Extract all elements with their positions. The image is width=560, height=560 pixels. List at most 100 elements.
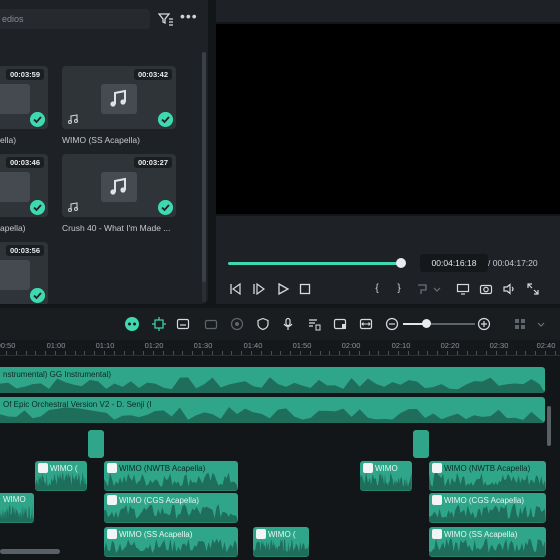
clip-label: WIMO (CGS Acapella) xyxy=(119,495,200,505)
music-note-icon xyxy=(101,172,137,202)
media-scrollbar-thumb[interactable] xyxy=(202,52,206,282)
ruler-tick xyxy=(427,351,429,355)
ruler-tick xyxy=(84,351,86,355)
ruler-tick xyxy=(162,351,164,355)
ruler-tick xyxy=(270,351,272,355)
media-tile[interactable]: 00:03:42 xyxy=(62,66,176,129)
chevron-down-icon[interactable] xyxy=(432,282,442,296)
audio-clip[interactable]: WIMO xyxy=(360,461,412,491)
filter-icon[interactable] xyxy=(158,11,174,27)
audio-clip[interactable]: WIMO (SS Acapella) xyxy=(104,527,238,557)
ruler-tick xyxy=(280,351,282,355)
media-tile[interactable]: 00:03:46 xyxy=(0,154,48,217)
audio-clip[interactable]: WIMO (SS Acapella) xyxy=(429,527,546,557)
ruler-tick xyxy=(358,351,360,355)
ruler-tick xyxy=(64,351,66,355)
record-icon[interactable] xyxy=(230,317,244,331)
grid-icon[interactable] xyxy=(513,317,527,331)
ruler-tick xyxy=(437,351,439,355)
ruler-tick xyxy=(113,351,115,355)
clip-title: WIMO ( xyxy=(38,463,78,473)
duration-badge: 00:03:42 xyxy=(133,69,172,80)
zoom-in-icon[interactable] xyxy=(477,317,491,331)
playback-scrubber[interactable] xyxy=(396,258,406,268)
audio-clip[interactable]: WIMO (NWTB Acapella) xyxy=(429,461,546,491)
ruler-tick xyxy=(241,351,243,355)
ruler-tick xyxy=(123,351,125,355)
next-frame-icon[interactable] xyxy=(252,282,266,296)
ruler-tick xyxy=(545,351,546,355)
volume-icon[interactable] xyxy=(502,282,516,296)
media-tile-label: Crush 40 - What I'm Made ... xyxy=(62,223,171,233)
chevron-down-icon[interactable] xyxy=(536,317,546,331)
audio-clip[interactable]: WIMO (NWTB Acapella) xyxy=(104,461,238,491)
audio-clip[interactable] xyxy=(413,430,429,458)
stop-icon[interactable] xyxy=(298,282,312,296)
ruler-tick xyxy=(15,351,17,355)
audio-clip[interactable]: WIMO ( xyxy=(253,527,309,557)
shield-icon[interactable] xyxy=(256,317,270,331)
ruler-tick xyxy=(104,351,105,355)
ruler-tick xyxy=(505,351,507,355)
audio-clip[interactable]: WIMO (CGS Acapella) xyxy=(429,493,546,523)
clip-title: WIMO xyxy=(363,463,398,473)
motion-track-icon[interactable] xyxy=(152,317,166,331)
ruler-tick xyxy=(339,351,341,355)
music-note-icon xyxy=(432,463,442,473)
fit-icon[interactable] xyxy=(359,317,373,331)
camera-icon[interactable] xyxy=(204,317,218,331)
ruler-tick xyxy=(329,351,331,355)
snapshot-icon[interactable] xyxy=(479,282,493,296)
ruler-tick xyxy=(221,351,223,355)
media-tile[interactable]: 00:03:27 xyxy=(62,154,176,217)
clip-label: WIMO ( xyxy=(50,463,78,473)
timeline-horizontal-scrollbar[interactable] xyxy=(0,549,60,554)
check-icon xyxy=(30,112,45,127)
clip-label: WIMO ( xyxy=(268,529,296,539)
ruler-tick xyxy=(476,351,478,355)
clip-title: Of Epic Orchestral Version V2 - D. Senji… xyxy=(3,400,152,409)
timeline-ruler[interactable]: 00:50 01:00 01:10 01:20 01:30 01:40 01:5… xyxy=(0,340,560,356)
render-icon[interactable] xyxy=(416,282,430,296)
ruler-tick xyxy=(290,351,292,355)
ai-image-icon[interactable] xyxy=(333,317,347,331)
media-search-input[interactable]: edios xyxy=(0,9,150,29)
auto-caption-icon[interactable] xyxy=(176,317,190,331)
audio-clip[interactable]: nstrumental) GG Instrumental) xyxy=(0,367,545,393)
ruler-label: 02:40 xyxy=(536,341,556,350)
audio-clip[interactable]: WIMO (CGS Acapella) xyxy=(104,493,238,523)
fullscreen-icon[interactable] xyxy=(526,282,540,296)
ruler-tick xyxy=(94,351,96,355)
music-note-icon xyxy=(38,463,48,473)
playback-progress-bar[interactable] xyxy=(228,262,402,265)
prev-frame-icon[interactable] xyxy=(228,282,242,296)
audio-clip[interactable]: WIMO ( xyxy=(35,461,87,491)
music-note-icon xyxy=(107,495,117,505)
timeline-toolbar xyxy=(0,308,560,340)
ruler-tick xyxy=(172,351,174,355)
play-icon[interactable] xyxy=(276,282,290,296)
ruler-tick xyxy=(300,351,301,355)
ai-icon[interactable] xyxy=(124,316,140,332)
ruler-tick xyxy=(349,351,350,355)
audio-clip[interactable]: Of Epic Orchestral Version V2 - D. Senji… xyxy=(0,397,545,423)
current-timecode[interactable]: 00:04:16:18 xyxy=(420,254,488,272)
timeline-zoom-knob[interactable] xyxy=(422,319,431,328)
ruler-tick xyxy=(251,351,252,355)
ruler-tick xyxy=(319,351,321,355)
microphone-icon[interactable] xyxy=(281,317,295,331)
mark-in-button[interactable]: { xyxy=(370,282,384,296)
mark-out-button[interactable]: } xyxy=(392,282,406,296)
monitor-icon[interactable] xyxy=(456,282,470,296)
timeline-vertical-scrollbar[interactable] xyxy=(547,406,551,446)
audio-clip[interactable] xyxy=(88,430,104,458)
media-tile[interactable]: 00:03:56 xyxy=(0,242,48,304)
zoom-out-icon[interactable] xyxy=(385,317,399,331)
ruler-tick xyxy=(378,351,380,355)
text-to-speech-icon[interactable] xyxy=(307,317,321,331)
audio-clip[interactable]: WIMO xyxy=(0,493,34,523)
media-tile[interactable]: 00:03:59 xyxy=(0,66,48,129)
duration-badge: 00:03:27 xyxy=(133,157,172,168)
more-options-icon[interactable]: ••• xyxy=(180,8,197,24)
ruler-tick xyxy=(407,351,409,355)
